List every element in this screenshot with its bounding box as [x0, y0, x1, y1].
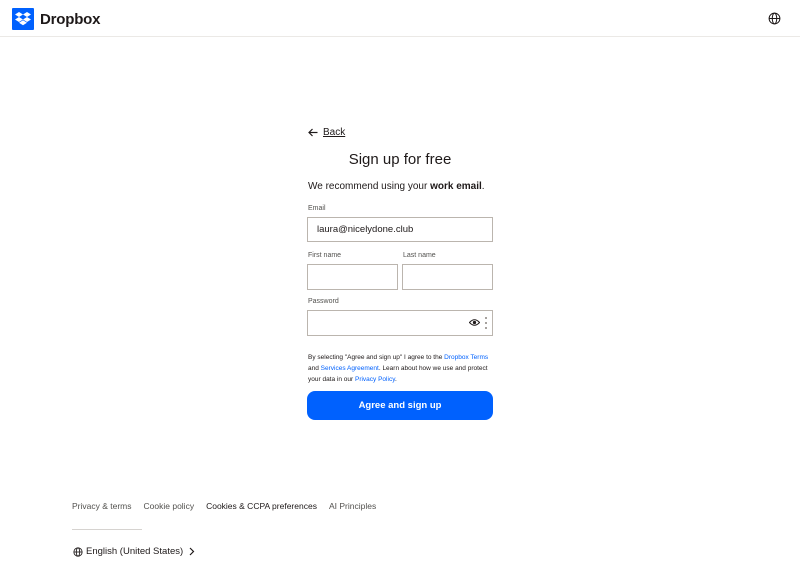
dropbox-logo[interactable]: Dropbox — [12, 8, 100, 30]
arrow-left-icon — [308, 128, 318, 137]
back-link[interactable]: Back — [308, 127, 345, 138]
email-label: Email — [308, 205, 326, 212]
agree-and-sign-up-button[interactable]: Agree and sign up — [307, 391, 493, 420]
chevron-right-icon — [189, 547, 195, 556]
last-name-label: Last name — [403, 252, 436, 259]
footer-divider — [72, 529, 142, 530]
email-field[interactable] — [307, 217, 493, 242]
back-label: Back — [323, 127, 346, 138]
show-password-eye-icon[interactable] — [469, 318, 480, 327]
globe-icon — [73, 546, 83, 557]
dropbox-logo-icon — [12, 8, 34, 30]
password-field[interactable] — [307, 310, 493, 336]
footer-links: Privacy & terms Cookie policy Cookies & … — [72, 501, 388, 511]
first-name-field[interactable] — [307, 264, 398, 290]
recommend-suffix: . — [481, 181, 485, 192]
language-selector[interactable]: English (United States) — [73, 546, 195, 557]
legal-text-1: By selecting "Agree and sign up" I agree… — [308, 354, 445, 361]
password-label: Password — [308, 298, 339, 305]
ai-principles-link[interactable]: AI Principles — [329, 501, 376, 511]
brand-name: Dropbox — [40, 10, 101, 28]
cookie-ccpa-preferences-link[interactable]: Cookies & CCPA preferences — [206, 501, 317, 511]
cookie-policy-link[interactable]: Cookie policy — [144, 501, 195, 511]
first-name-label: First name — [308, 252, 342, 259]
privacy-terms-link[interactable]: Privacy & terms — [72, 501, 132, 511]
dropbox-terms-link[interactable]: Dropbox Terms — [444, 354, 488, 361]
top-bar: Dropbox — [0, 0, 800, 37]
recommend-text: We recommend using your work email. — [308, 181, 485, 192]
legal-disclaimer: By selecting "Agree and sign up" I agree… — [308, 352, 498, 385]
globe-icon[interactable] — [768, 12, 781, 25]
recommend-prefix: We recommend using your — [308, 181, 431, 192]
privacy-policy-link[interactable]: Privacy Policy — [355, 376, 395, 383]
language-label: English (United States) — [86, 546, 184, 557]
last-name-field[interactable] — [402, 264, 493, 290]
services-agreement-link[interactable]: Services Agreement — [321, 365, 379, 372]
legal-text-2: and — [308, 365, 321, 372]
page-title: Sign up for free — [348, 151, 452, 168]
legal-text-4: . — [394, 376, 397, 383]
password-manager-kebab-icon[interactable] — [484, 316, 488, 330]
recommend-bold: work email — [430, 181, 482, 192]
